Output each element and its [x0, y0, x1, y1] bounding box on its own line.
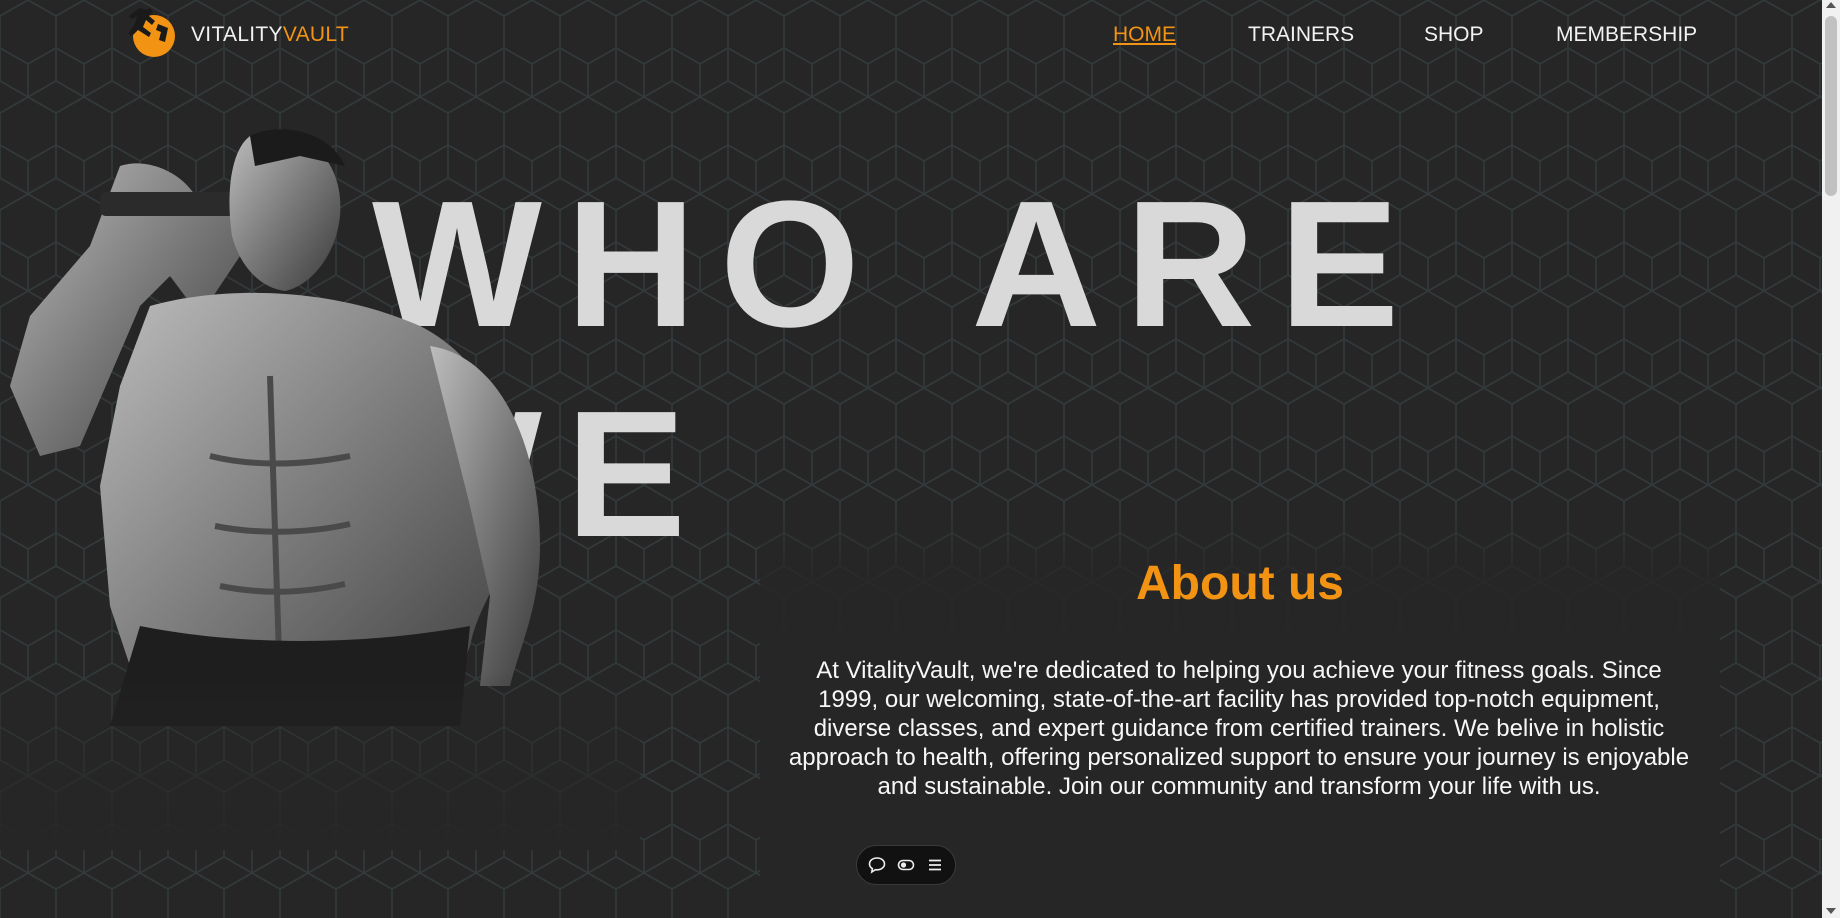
page-scrollbar[interactable] [1822, 0, 1840, 918]
toggle-icon[interactable] [895, 854, 917, 876]
scroll-up-arrow-icon[interactable] [1826, 2, 1836, 8]
site-header: VITALITYVAULT HOME TRAINERS SHOP MEMBERS… [0, 0, 1822, 72]
brand-name-part1: VITALITY [191, 23, 283, 46]
about-title: About us [1136, 557, 1344, 610]
chat-icon[interactable] [866, 854, 888, 876]
nav-item-home[interactable]: HOME [1113, 23, 1176, 47]
scroll-down-arrow-icon[interactable] [1826, 908, 1836, 914]
menu-icon[interactable] [924, 854, 946, 876]
nav-item-shop[interactable]: SHOP [1424, 23, 1484, 47]
about-description: At VitalityVault, we're dedicated to hel… [788, 657, 1690, 800]
floating-toolbar [856, 845, 956, 885]
nav-item-membership[interactable]: MEMBERSHIP [1556, 23, 1697, 47]
brand-name[interactable]: VITALITYVAULT [191, 23, 349, 47]
runner-logo-icon[interactable] [122, 4, 178, 60]
athlete-image [0, 126, 640, 850]
nav-item-trainers[interactable]: TRAINERS [1248, 23, 1354, 47]
scrollbar-thumb[interactable] [1825, 16, 1837, 196]
brand-name-part2: VAULT [282, 23, 349, 46]
